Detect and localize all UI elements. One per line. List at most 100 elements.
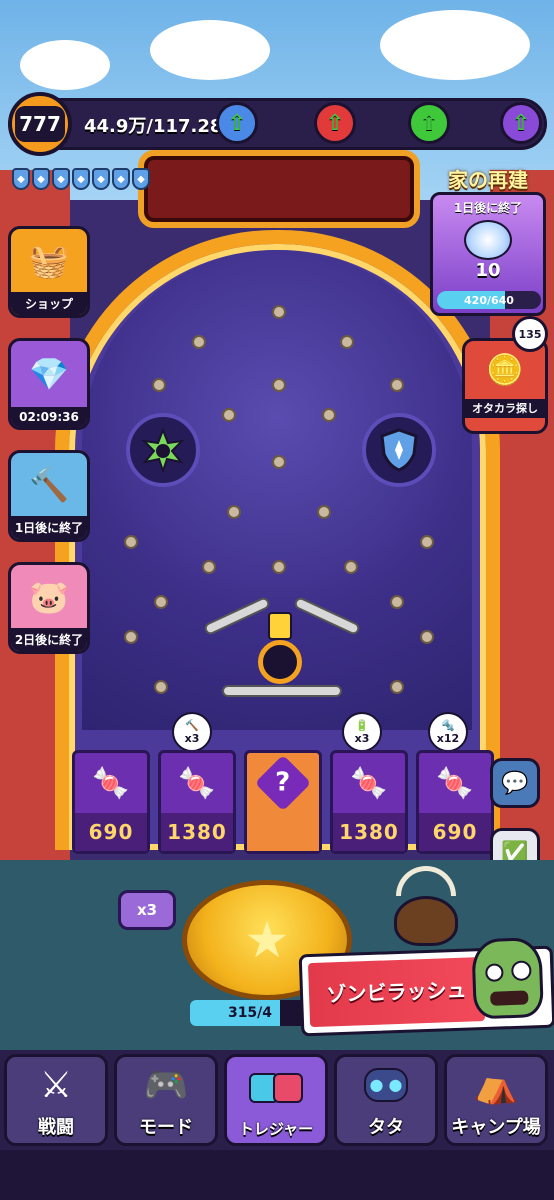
treasure-icon	[249, 1057, 303, 1118]
candy-icon: 🍬	[436, 765, 474, 801]
gem-chest-card[interactable]: 💎 02:09:36	[8, 338, 90, 430]
cloud	[20, 40, 110, 90]
multiplier-button[interactable]: x3	[118, 890, 176, 930]
rebuild-card[interactable]: 1日後に終了 10 420/640	[430, 192, 546, 316]
peg	[344, 560, 358, 574]
shop-card[interactable]: 🧺 ショップ	[8, 226, 90, 318]
star-burst-icon	[141, 428, 185, 472]
peg	[192, 335, 206, 349]
treasure-badge-count: 135	[518, 327, 542, 341]
slot-value: 1380	[333, 813, 405, 851]
peg	[420, 630, 434, 644]
pachinko-board	[82, 250, 472, 730]
bolt-multiplier-bubble: 🔩 x12	[428, 712, 468, 752]
treasure-badge: 135	[512, 316, 548, 352]
rebuild-title: 家の再建	[448, 168, 528, 192]
peg	[124, 535, 138, 549]
candy-pile-icon: 🍬	[350, 765, 388, 801]
peg	[420, 535, 434, 549]
multiplier-label: x12	[436, 732, 460, 745]
nav-camp[interactable]: ⛺ キャンプ場	[444, 1054, 548, 1146]
player-level: 777	[15, 106, 65, 142]
player-level-badge[interactable]: 777	[8, 92, 72, 156]
hammer-event-timer: 1日後に終了	[11, 516, 87, 539]
peg	[390, 680, 404, 694]
mystery-slot: ?	[244, 750, 322, 854]
star-icon: ★	[244, 911, 290, 969]
multiplier-label: x3	[354, 732, 370, 745]
prize-slot: 🍬 1380	[158, 750, 236, 854]
upgrade-arrow-icon: ⇧	[325, 110, 345, 136]
multiplier-label: x3	[184, 732, 200, 745]
gem-chest-timer: 02:09:36	[11, 407, 87, 427]
bumper-green	[126, 413, 200, 487]
red-orb-icon[interactable]: ⇧	[314, 102, 356, 144]
peg	[222, 408, 236, 422]
shop-label: ショップ	[11, 292, 87, 315]
gift-icon	[268, 612, 292, 640]
peg	[272, 455, 286, 469]
nav-camp-label: キャンプ場	[451, 1117, 541, 1138]
paw-orb-icon	[433, 220, 543, 260]
robot-cat-icon: ● ●	[364, 1057, 408, 1113]
rebuild-progress-bar: 420/640	[437, 291, 541, 309]
purple-orb-icon[interactable]: ⇧	[500, 102, 542, 144]
zombie-rush-banner[interactable]: ゾンビラッシュ	[298, 936, 554, 1037]
shield-icon: ◆	[132, 168, 150, 190]
piggy-bank-timer: 2日後に終了	[11, 628, 87, 651]
blue-orb-icon[interactable]: ⇧	[216, 102, 258, 144]
slot-value	[247, 813, 319, 851]
shield-row: ◆ ◆ ◆ ◆ ◆ ◆ ◆	[12, 168, 150, 190]
mystery-icon: ?	[254, 753, 312, 813]
peg	[390, 378, 404, 392]
shield-icon: ◆	[52, 168, 70, 190]
peg	[154, 680, 168, 694]
left-guide-rail	[202, 595, 272, 637]
upgrade-arrow-icon: ⇧	[511, 110, 531, 136]
led-display	[138, 150, 420, 228]
gamepad-icon: 🎮	[143, 1065, 189, 1106]
center-ring	[258, 640, 302, 684]
cloud	[150, 20, 270, 80]
upgrade-arrow-icon: ⇧	[419, 110, 439, 136]
reindeer-mascot	[386, 866, 466, 946]
hammer-event-card[interactable]: 🔨 1日後に終了	[8, 450, 90, 542]
green-orb-icon[interactable]: ⇧	[408, 102, 450, 144]
piggy-bank-card[interactable]: 🐷 2日後に終了	[8, 562, 90, 654]
prize-slot: 🍬 690	[72, 750, 150, 854]
slot-value: 690	[419, 813, 491, 851]
shield-icon: ◆	[72, 168, 90, 190]
swords-icon: ⚔	[39, 1064, 73, 1106]
bolt-icon: 🔩	[441, 719, 455, 732]
prize-slot: 🍬 1380	[330, 750, 408, 854]
nav-battle[interactable]: ⚔ 戦闘	[4, 1054, 108, 1146]
treasure-hunt-card[interactable]: 🪙 オタカラ探し	[462, 338, 548, 434]
shield-icon: ◆	[32, 168, 50, 190]
chat-button[interactable]: 💬	[490, 758, 540, 808]
candy-pile-icon: 🍬	[178, 765, 216, 801]
catcher-rail	[222, 685, 342, 697]
nav-mode[interactable]: 🎮 モード	[114, 1054, 218, 1146]
shield-icon: ◆	[112, 168, 130, 190]
energy-text: 315/4	[227, 1005, 273, 1021]
peg	[202, 560, 216, 574]
multiplier-button-label: x3	[136, 901, 158, 919]
nav-tata[interactable]: ● ● タタ	[334, 1054, 438, 1146]
hammer-multiplier-bubble: 🔨 x3	[172, 712, 212, 752]
nav-treasure[interactable]: トレジャー	[224, 1054, 328, 1146]
hammer-icon: 🔨	[29, 465, 69, 504]
peg	[227, 505, 241, 519]
rebuild-count: 10	[475, 260, 501, 281]
right-guide-rail	[292, 595, 362, 637]
peg	[124, 630, 138, 644]
peg	[322, 408, 336, 422]
chat-bubble-icon: 💬	[501, 770, 529, 796]
candy-icon: 🍬	[92, 765, 130, 801]
rebuild-progress-text: 420/640	[464, 293, 514, 307]
peg	[340, 335, 354, 349]
battery-icon: 🔋	[355, 719, 369, 732]
peg	[272, 305, 286, 319]
ground	[0, 1150, 554, 1200]
prize-slot: 🍬 690	[416, 750, 494, 854]
slot-value: 1380	[161, 813, 233, 851]
